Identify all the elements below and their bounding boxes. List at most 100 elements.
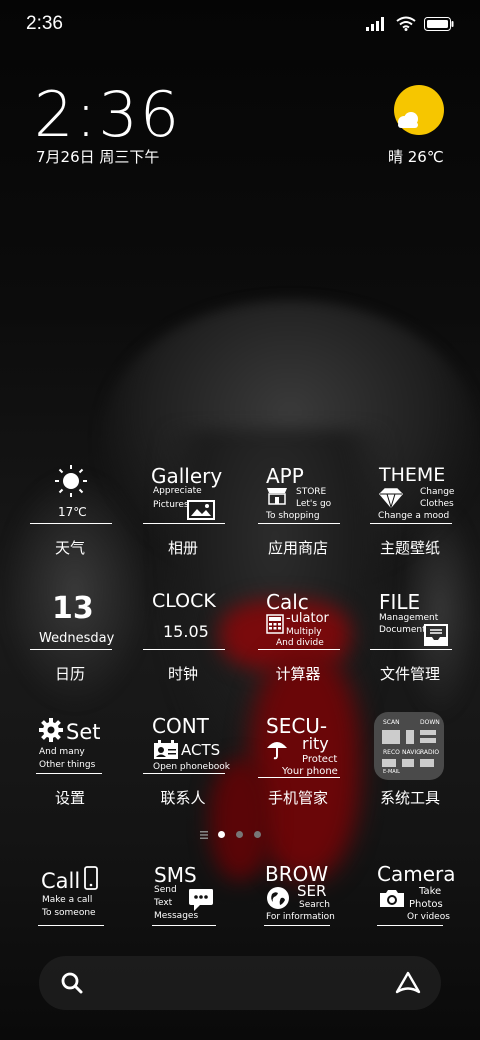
- page-indicator[interactable]: [0, 828, 480, 842]
- phone-icon: [84, 866, 98, 890]
- app-calculator[interactable]: Calc -ulator Multiply And divide 计算器: [243, 588, 353, 684]
- call-sub1: Make a call: [42, 895, 93, 905]
- tools-folder-icon: SCAN DOWN RECO NAVIG RADIO E-MAIL: [374, 712, 444, 780]
- tools-item: RADIO: [420, 749, 440, 756]
- weather-summary: 晴 26℃: [388, 148, 444, 166]
- app-gallery[interactable]: Gallery Appreciate Pictures 相册: [128, 462, 238, 558]
- sms-title: SMS: [154, 863, 197, 887]
- tools-item: NAVIG: [402, 749, 421, 756]
- app-clock[interactable]: CLOCK 15.05 时钟: [128, 588, 238, 684]
- app-security[interactable]: SECU- rity Protect Your phone 手机管家: [243, 712, 353, 808]
- sms-sub3: Messages: [154, 911, 199, 921]
- picture-icon: [187, 500, 215, 520]
- dock-camera[interactable]: Camera Take Photos Or videos: [355, 862, 465, 930]
- dock-call[interactable]: Call Make a call To someone: [28, 862, 138, 930]
- gear-icon: [39, 718, 63, 742]
- search-bar[interactable]: [39, 956, 441, 1010]
- theme-sub2: Clothes: [420, 499, 454, 509]
- gallery-sub1: Appreciate: [153, 486, 202, 496]
- file-sub1: Management: [379, 613, 439, 623]
- settings-sub1: And many: [39, 747, 85, 757]
- camera-sub2: Photos: [409, 899, 443, 910]
- app-settings[interactable]: Set And many Other things 设置: [15, 712, 125, 808]
- contacts-sub1: ACTS: [181, 741, 221, 759]
- globe-icon: [267, 887, 289, 909]
- dock-sms[interactable]: SMS Send Text Messages: [128, 862, 238, 930]
- calendar-day: 13: [52, 591, 94, 626]
- dock-browser[interactable]: BROW SER Search For information: [243, 862, 353, 930]
- app-calendar[interactable]: 13 Wednesday 日历: [15, 588, 125, 684]
- security-title: SECU-: [266, 714, 328, 738]
- lock-clock-time[interactable]: 2:36: [34, 78, 181, 151]
- app-theme[interactable]: THEME Change Clothes Change a mood 主题壁纸: [355, 462, 465, 558]
- status-time: 2:36: [26, 13, 63, 34]
- security-sub1: rity: [302, 734, 329, 753]
- app-label: 计算器: [275, 665, 321, 683]
- page-dot-active[interactable]: [218, 831, 225, 838]
- settings-title: Set: [66, 720, 101, 744]
- sms-sub1: Send: [154, 885, 177, 895]
- browser-sub1: SER: [297, 882, 327, 900]
- app-label: 应用商店: [267, 539, 328, 557]
- chat-bubble-icon: [189, 889, 213, 911]
- app-contacts[interactable]: CONT ACTS Open phonebook 联系人: [128, 712, 238, 808]
- app-label: 日历: [54, 665, 85, 683]
- store-sub3: To shopping: [266, 511, 320, 521]
- app-label: 系统工具: [379, 789, 440, 807]
- calc-sub3: And divide: [276, 638, 324, 648]
- battery-icon: [424, 16, 454, 31]
- app-label: 相册: [167, 539, 198, 557]
- theme-title: THEME: [379, 464, 446, 486]
- call-sub2: To someone: [42, 908, 96, 918]
- app-tools-folder[interactable]: SCAN DOWN RECO NAVIG RADIO E-MAIL 系统工具: [355, 712, 465, 808]
- assistant-icon[interactable]: [395, 971, 421, 995]
- sun-icon: [55, 465, 87, 497]
- umbrella-icon: [267, 742, 287, 760]
- browser-sub2: Search: [299, 900, 330, 910]
- tools-item: SCAN: [383, 719, 400, 726]
- app-weather[interactable]: 17℃ 天气: [15, 462, 125, 558]
- gallery-sub2: Pictures: [153, 500, 189, 510]
- app-label: 文件管理: [379, 665, 440, 683]
- calculator-icon: [266, 614, 284, 634]
- inbox-icon: [424, 624, 448, 646]
- app-label: 时钟: [167, 665, 198, 683]
- file-sub2: Document: [379, 625, 426, 635]
- clock-value: 15.05: [163, 622, 209, 641]
- tools-item: DOWN: [420, 719, 440, 726]
- camera-title: Camera: [377, 862, 456, 886]
- call-title: Call: [41, 869, 81, 893]
- camera-sub1: Take: [419, 886, 442, 897]
- gallery-title: Gallery: [151, 464, 223, 488]
- contacts-title: CONT: [152, 714, 209, 738]
- status-bar: 2:36: [0, 0, 480, 50]
- page-dot[interactable]: [236, 831, 243, 838]
- lock-clock-date: 7月26日 周三下午: [36, 148, 160, 166]
- app-file[interactable]: FILE Management Document 文件管理: [355, 588, 465, 684]
- settings-sub2: Other things: [39, 760, 96, 770]
- wifi-icon: [396, 16, 416, 31]
- weather-temp: 17℃: [58, 505, 87, 519]
- page-dot[interactable]: [254, 831, 261, 838]
- store-icon: [267, 488, 287, 505]
- weather-sun-icon[interactable]: [388, 82, 448, 142]
- page-menu-icon: [200, 831, 208, 839]
- calendar-weekday: Wednesday: [39, 631, 115, 646]
- browser-sub3: For information: [266, 912, 335, 922]
- browser-title: BROW: [265, 862, 329, 886]
- theme-sub3: Change a mood: [378, 511, 450, 521]
- signal-icon: [366, 16, 384, 31]
- calc-sub1: -ulator: [286, 611, 329, 626]
- calc-title: Calc: [266, 590, 309, 614]
- app-store[interactable]: APP STORE Let's go To shopping 应用商店: [243, 462, 353, 558]
- app-label: 主题壁纸: [379, 539, 440, 557]
- app-label: 联系人: [160, 789, 206, 807]
- theme-sub1: Change: [420, 487, 455, 497]
- file-title: FILE: [379, 590, 421, 614]
- tools-item: RECO: [383, 749, 400, 756]
- clock-title: CLOCK: [152, 590, 216, 612]
- store-title: APP: [266, 464, 304, 488]
- search-icon[interactable]: [61, 972, 83, 994]
- sms-sub2: Text: [154, 898, 173, 908]
- tools-item: E-MAIL: [383, 769, 400, 775]
